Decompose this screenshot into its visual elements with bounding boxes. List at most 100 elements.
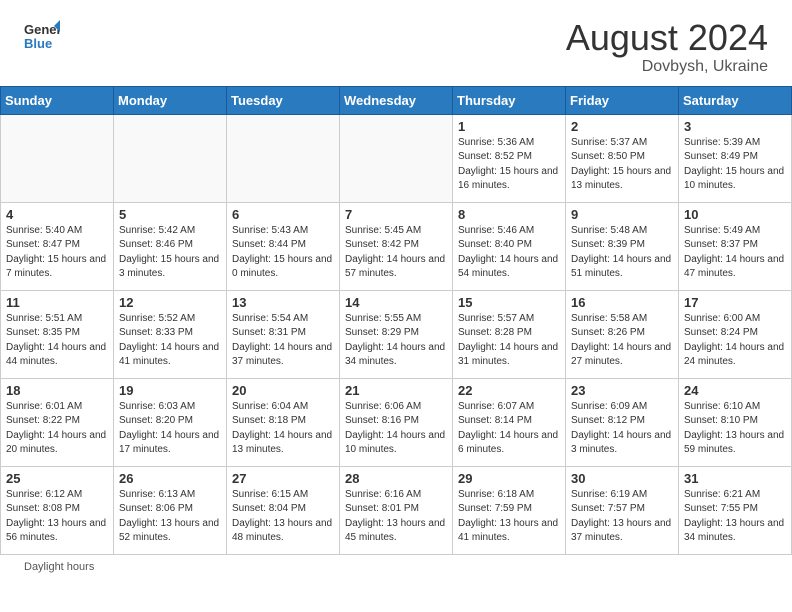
day-info: Sunrise: 5:57 AM Sunset: 8:28 PM Dayligh… (458, 312, 560, 370)
day-number: 18 (6, 383, 108, 398)
day-number: 27 (232, 471, 334, 486)
calendar-cell: 17 Sunrise: 6:00 AM Sunset: 8:24 PM Dayli… (679, 290, 792, 378)
day-number: 28 (345, 471, 447, 486)
day-header-tuesday: Tuesday (227, 86, 340, 114)
calendar-cell: 6Sunrise: 5:43 AM Sunset: 8:44 PM Daylig… (227, 202, 340, 290)
calendar-cell: 29 Sunrise: 6:18 AM Sunset: 7:59 PM Dayli… (453, 466, 566, 554)
calendar-cell: 22 Sunrise: 6:07 AM Sunset: 8:14 PM Dayli… (453, 378, 566, 466)
day-info: Sunrise: 5:37 AM Sunset: 8:50 PM Dayligh… (571, 136, 673, 194)
day-info: Sunrise: 6:21 AM Sunset: 7:55 PM Dayligh… (684, 488, 786, 546)
logo-icon: General Blue (24, 18, 60, 54)
logo: General Blue (24, 18, 64, 54)
calendar-cell: 30Sunrise: 6:19 AM Sunset: 7:57 PM Dayli… (566, 466, 679, 554)
calendar-week-2: 4 Sunrise: 5:40 AM Sunset: 8:47 PM Daylig… (1, 202, 792, 290)
day-info: Sunrise: 5:36 AM Sunset: 8:52 PM Dayligh… (458, 136, 560, 194)
calendar-cell: 8 Sunrise: 5:46 AM Sunset: 8:40 PM Daylig… (453, 202, 566, 290)
day-number: 29 (458, 471, 560, 486)
day-info: Sunrise: 6:04 AM Sunset: 8:18 PM Dayligh… (232, 400, 334, 458)
day-number: 17 (684, 295, 786, 310)
day-info: Sunrise: 5:52 AM Sunset: 8:33 PM Dayligh… (119, 312, 221, 370)
day-number: 4 (6, 207, 108, 222)
calendar-cell: 23 Sunrise: 6:09 AM Sunset: 8:12 PM Dayli… (566, 378, 679, 466)
calendar-cell: 19 Sunrise: 6:03 AM Sunset: 8:20 PM Dayli… (114, 378, 227, 466)
calendar-cell: 14Sunrise: 5:55 AM Sunset: 8:29 PM Dayli… (340, 290, 453, 378)
day-info: Sunrise: 6:13 AM Sunset: 8:06 PM Dayligh… (119, 488, 221, 546)
calendar-cell (340, 114, 453, 202)
calendar-week-1: 1 Sunrise: 5:36 AM Sunset: 8:52 PM Daylig… (1, 114, 792, 202)
day-info: Sunrise: 6:12 AM Sunset: 8:08 PM Dayligh… (6, 488, 108, 546)
day-info: Sunrise: 6:07 AM Sunset: 8:14 PM Dayligh… (458, 400, 560, 458)
day-info: Sunrise: 6:01 AM Sunset: 8:22 PM Dayligh… (6, 400, 108, 458)
calendar-cell (227, 114, 340, 202)
day-number: 9 (571, 207, 673, 222)
day-header-monday: Monday (114, 86, 227, 114)
day-info: Sunrise: 6:16 AM Sunset: 8:01 PM Dayligh… (345, 488, 447, 546)
day-number: 31 (684, 471, 786, 486)
day-number: 14 (345, 295, 447, 310)
day-info: Sunrise: 5:58 AM Sunset: 8:26 PM Dayligh… (571, 312, 673, 370)
day-info: Sunrise: 6:18 AM Sunset: 7:59 PM Dayligh… (458, 488, 560, 546)
calendar-week-4: 18 Sunrise: 6:01 AM Sunset: 8:22 PM Dayli… (1, 378, 792, 466)
day-number: 7 (345, 207, 447, 222)
calendar-cell: 31 Sunrise: 6:21 AM Sunset: 7:55 PM Dayli… (679, 466, 792, 554)
day-info: Sunrise: 6:09 AM Sunset: 8:12 PM Dayligh… (571, 400, 673, 458)
day-number: 2 (571, 119, 673, 134)
day-header-thursday: Thursday (453, 86, 566, 114)
day-number: 19 (119, 383, 221, 398)
calendar-cell (114, 114, 227, 202)
day-number: 22 (458, 383, 560, 398)
calendar-cell: 11 Sunrise: 5:51 AM Sunset: 8:35 PM Dayli… (1, 290, 114, 378)
day-info: Sunrise: 5:40 AM Sunset: 8:47 PM Dayligh… (6, 224, 108, 282)
day-number: 8 (458, 207, 560, 222)
month-year-title: August 2024 (566, 18, 768, 58)
calendar-cell: 7Sunrise: 5:45 AM Sunset: 8:42 PM Daylig… (340, 202, 453, 290)
calendar-cell: 21Sunrise: 6:06 AM Sunset: 8:16 PM Dayli… (340, 378, 453, 466)
day-number: 5 (119, 207, 221, 222)
day-number: 24 (684, 383, 786, 398)
day-header-sunday: Sunday (1, 86, 114, 114)
day-number: 23 (571, 383, 673, 398)
calendar-cell: 26 Sunrise: 6:13 AM Sunset: 8:06 PM Dayli… (114, 466, 227, 554)
day-number: 11 (6, 295, 108, 310)
day-header-friday: Friday (566, 86, 679, 114)
day-number: 12 (119, 295, 221, 310)
day-number: 25 (6, 471, 108, 486)
day-number: 6 (232, 207, 334, 222)
day-number: 15 (458, 295, 560, 310)
day-number: 26 (119, 471, 221, 486)
day-info: Sunrise: 5:51 AM Sunset: 8:35 PM Dayligh… (6, 312, 108, 370)
day-number: 30 (571, 471, 673, 486)
day-number: 13 (232, 295, 334, 310)
svg-text:Blue: Blue (24, 36, 52, 51)
day-info: Sunrise: 6:00 AM Sunset: 8:24 PM Dayligh… (684, 312, 786, 370)
day-info: Sunrise: 5:42 AM Sunset: 8:46 PM Dayligh… (119, 224, 221, 282)
calendar-cell: 3Sunrise: 5:39 AM Sunset: 8:49 PM Daylig… (679, 114, 792, 202)
calendar-cell: 4 Sunrise: 5:40 AM Sunset: 8:47 PM Daylig… (1, 202, 114, 290)
calendar-cell: 24 Sunrise: 6:10 AM Sunset: 8:10 PM Dayli… (679, 378, 792, 466)
day-header-wednesday: Wednesday (340, 86, 453, 114)
day-header-saturday: Saturday (679, 86, 792, 114)
day-info: Sunrise: 6:03 AM Sunset: 8:20 PM Dayligh… (119, 400, 221, 458)
page-header: General Blue August 2024 Dovbysh, Ukrain… (0, 0, 792, 86)
day-number: 21 (345, 383, 447, 398)
calendar-cell: 18 Sunrise: 6:01 AM Sunset: 8:22 PM Dayli… (1, 378, 114, 466)
day-info: Sunrise: 5:46 AM Sunset: 8:40 PM Dayligh… (458, 224, 560, 282)
calendar-cell: 5 Sunrise: 5:42 AM Sunset: 8:46 PM Daylig… (114, 202, 227, 290)
day-number: 10 (684, 207, 786, 222)
calendar-cell: 13 Sunrise: 5:54 AM Sunset: 8:31 PM Dayli… (227, 290, 340, 378)
calendar-week-5: 25 Sunrise: 6:12 AM Sunset: 8:08 PM Dayli… (1, 466, 792, 554)
day-number: 16 (571, 295, 673, 310)
day-info: Sunrise: 5:54 AM Sunset: 8:31 PM Dayligh… (232, 312, 334, 370)
day-number: 20 (232, 383, 334, 398)
calendar-cell: 2 Sunrise: 5:37 AM Sunset: 8:50 PM Daylig… (566, 114, 679, 202)
calendar-cell: 15 Sunrise: 5:57 AM Sunset: 8:28 PM Dayli… (453, 290, 566, 378)
day-info: Sunrise: 5:48 AM Sunset: 8:39 PM Dayligh… (571, 224, 673, 282)
calendar-cell: 20 Sunrise: 6:04 AM Sunset: 8:18 PM Dayli… (227, 378, 340, 466)
calendar-cell: 28 Sunrise: 6:16 AM Sunset: 8:01 PM Dayli… (340, 466, 453, 554)
day-info: Sunrise: 5:39 AM Sunset: 8:49 PM Dayligh… (684, 136, 786, 194)
calendar-cell: 12 Sunrise: 5:52 AM Sunset: 8:33 PM Dayli… (114, 290, 227, 378)
calendar-cell (1, 114, 114, 202)
day-info: Sunrise: 6:10 AM Sunset: 8:10 PM Dayligh… (684, 400, 786, 458)
day-info: Sunrise: 5:49 AM Sunset: 8:37 PM Dayligh… (684, 224, 786, 282)
day-number: 1 (458, 119, 560, 134)
